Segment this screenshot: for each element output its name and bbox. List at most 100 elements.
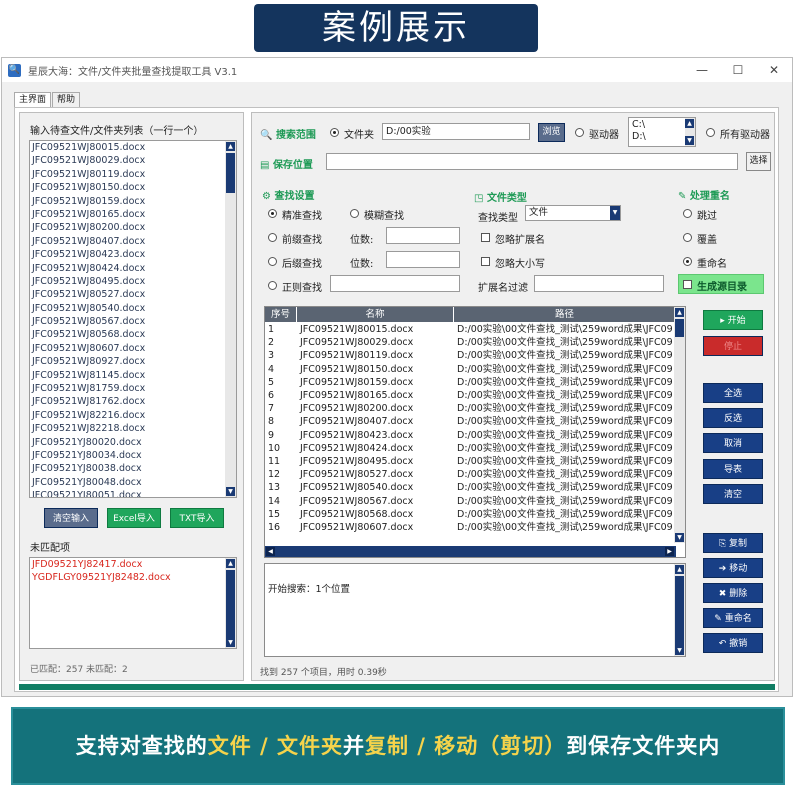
exact-search-radio[interactable] [268,209,277,218]
export-button[interactable]: 导表 [703,459,763,479]
unmatched-item[interactable]: JFD09521YJ82417.docx [30,558,236,571]
tab-main[interactable]: 主界面 [14,92,52,108]
start-button[interactable]: ▸ 开始 [703,310,763,330]
file-list-item[interactable]: JFC09521WJ80424.docx [30,262,236,275]
scroll-thumb[interactable] [226,570,235,638]
clear-input-button[interactable]: 清空输入 [44,508,98,528]
file-list-item[interactable]: JFC09521WJ80927.docx [30,355,236,368]
file-list-item[interactable]: JFC09521WJ80015.docx [30,141,236,154]
regex-search-radio[interactable] [268,281,277,290]
folder-path-input[interactable]: D:/00实验 [382,123,530,140]
file-list-item[interactable]: JFC09521WJ82218.docx [30,422,236,435]
file-list-item[interactable]: JFC09521WJ80159.docx [30,195,236,208]
close-button[interactable]: ✕ [756,58,792,82]
table-row[interactable]: 2 JFC09521WJ80029.docx D:/00实验\00文件查找_测试\2… [265,336,675,349]
table-row[interactable]: 9 JFC09521WJ80423.docx D:/00实验\00文件查找_测试\2… [265,429,675,442]
file-list-item[interactable]: JFC09521WJ80407.docx [30,235,236,248]
file-list-item[interactable]: JFC09521YJ80038.docx [30,462,236,475]
grid-vscroll[interactable]: ▲ ▼ [674,307,685,543]
scroll-right-icon[interactable]: ▶ [665,547,674,556]
excel-import-button[interactable]: Excel导入 [107,508,161,528]
rename-radio[interactable] [683,257,692,266]
unmatched-scrollbar[interactable]: ▲ ▼ [225,558,236,648]
file-list-item[interactable]: JFC09521WJ80029.docx [30,154,236,167]
cancel-selection-button[interactable]: 取消 [703,433,763,453]
delete-button[interactable]: ✖ 删除 [703,583,763,603]
table-row[interactable]: 5 JFC09521WJ80159.docx D:/00实验\00文件查找_测试\2… [265,376,675,389]
table-row[interactable]: 6 JFC09521WJ80165.docx D:/00实验\00文件查找_测试\2… [265,389,675,402]
drive-scrollbar[interactable]: ▲ ▼ [685,118,695,146]
file-list-item[interactable]: JFC09521WJ80150.docx [30,181,236,194]
scroll-thumb[interactable] [675,319,684,337]
skip-radio[interactable] [683,209,692,218]
undo-button[interactable]: ↶ 撤销 [703,633,763,653]
scroll-down-icon[interactable]: ▼ [675,646,684,655]
table-row[interactable]: 11 JFC09521WJ80495.docx D:/00实验\00文件查找_测试\… [265,455,675,468]
save-path-input[interactable] [326,153,738,170]
file-list-item[interactable]: JFC09521WJ80568.docx [30,328,236,341]
select-folder-button[interactable]: 选择 [746,152,771,171]
regex-input[interactable] [330,275,460,292]
scroll-down-icon[interactable]: ▼ [226,487,235,496]
log-box[interactable]: 开始搜索：1个位置 ▲ ▼ [264,563,686,657]
table-row[interactable]: 4 JFC09521WJ80150.docx D:/00实验\00文件查找_测试\2… [265,363,675,376]
file-list-item[interactable]: JFC09521WJ81145.docx [30,369,236,382]
col-header-name[interactable]: 名称 [297,307,454,322]
ignore-ext-checkbox[interactable] [481,233,490,242]
table-row[interactable]: 7 JFC09521WJ80200.docx D:/00实验\00文件查找_测试\2… [265,402,675,415]
file-list-item[interactable]: JFC09521WJ80527.docx [30,288,236,301]
table-row[interactable]: 15 JFC09521WJ80568.docx D:/00实验\00文件查找_测试\… [265,508,675,521]
scroll-up-icon[interactable]: ▲ [675,308,684,317]
clear-results-button[interactable]: 清空 [703,484,763,504]
fuzzy-search-radio[interactable] [350,209,359,218]
search-type-select[interactable]: 文件 ▼ [525,205,621,221]
results-grid[interactable]: 序号 名称 路径 1 JFC09521WJ80015.docx D:/00实验\00… [264,306,686,558]
browse-button[interactable]: 浏览 [538,123,565,142]
log-scrollbar[interactable]: ▲ ▼ [674,564,685,656]
suffix-digits-input[interactable] [386,251,460,268]
copy-button[interactable]: ⎘ 复制 [703,533,763,553]
input-file-list[interactable]: JFC09521WJ80015.docx JFC09521WJ80029.docx… [29,140,237,498]
prefix-digits-input[interactable] [386,227,460,244]
file-list-item[interactable]: JFC09521YJ80020.docx [30,436,236,449]
table-row[interactable]: 13 JFC09521WJ80540.docx D:/00实验\00文件查找_测试\… [265,481,675,494]
invert-selection-button[interactable]: 反选 [703,408,763,428]
overwrite-radio[interactable] [683,233,692,242]
file-list-item[interactable]: JFC09521WJ81759.docx [30,382,236,395]
scroll-left-icon[interactable]: ◀ [266,547,275,556]
gen-dir-checkbox[interactable] [683,280,692,289]
list-scrollbar[interactable]: ▲ ▼ [225,141,236,497]
scroll-down-icon[interactable]: ▼ [226,638,235,647]
file-list-item[interactable]: JFC09521WJ80200.docx [30,221,236,234]
scroll-up-icon[interactable]: ▲ [685,119,694,128]
prefix-search-radio[interactable] [268,233,277,242]
chevron-down-icon[interactable]: ▼ [610,206,620,220]
scroll-thumb[interactable] [226,153,235,193]
scroll-down-icon[interactable]: ▼ [685,136,694,145]
unmatched-item[interactable]: YGDFLGY09521YJ82482.docx [30,571,236,584]
scroll-up-icon[interactable]: ▲ [226,142,235,151]
col-header-path[interactable]: 路径 [454,307,676,322]
folder-radio[interactable] [330,128,339,137]
drive-radio[interactable] [575,128,584,137]
txt-import-button[interactable]: TXT导入 [170,508,224,528]
file-list-item[interactable]: JFC09521WJ80567.docx [30,315,236,328]
ignore-case-checkbox[interactable] [481,257,490,266]
file-list-item[interactable]: JFC09521WJ80540.docx [30,302,236,315]
table-row[interactable]: 3 JFC09521WJ80119.docx D:/00实验\00文件查找_测试\2… [265,349,675,362]
file-list-item[interactable]: JFC09521YJ80051.docx [30,489,236,497]
all-drives-radio[interactable] [706,128,715,137]
tab-help[interactable]: 帮助 [52,92,81,108]
file-list-item[interactable]: JFC09521WJ80495.docx [30,275,236,288]
col-header-index[interactable]: 序号 [265,307,297,322]
rename-button[interactable]: ✎ 重命名 [703,608,763,628]
file-list-item[interactable]: JFC09521YJ80048.docx [30,476,236,489]
file-list-item[interactable]: JFC09521WJ80165.docx [30,208,236,221]
table-row[interactable]: 10 JFC09521WJ80424.docx D:/00实验\00文件查找_测试\… [265,442,675,455]
drive-list[interactable]: C:\ D:\ ▲ ▼ [628,117,696,147]
maximize-button[interactable]: ☐ [720,58,756,82]
select-all-button[interactable]: 全选 [703,383,763,403]
file-list-item[interactable]: JFC09521WJ80423.docx [30,248,236,261]
scroll-thumb[interactable] [675,576,684,646]
grid-hscroll[interactable]: ◀ ▶ [265,546,676,557]
